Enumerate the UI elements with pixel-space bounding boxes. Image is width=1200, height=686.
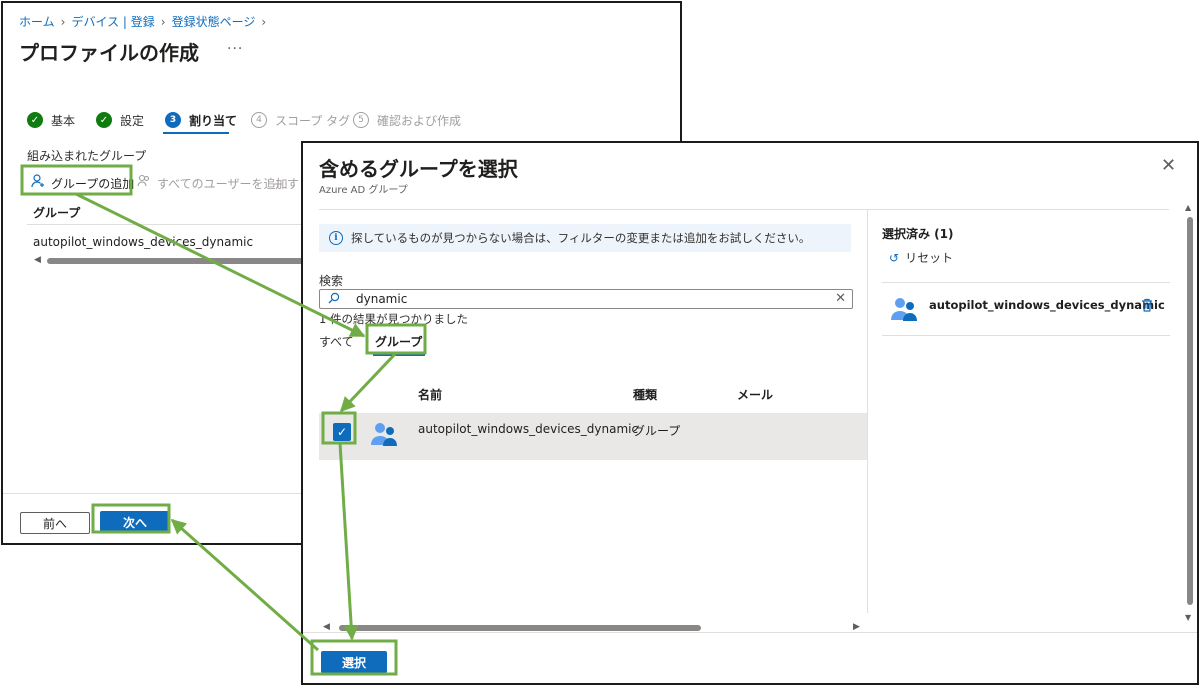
scroll-down-arrow-icon[interactable]: ▼	[1185, 613, 1191, 622]
column-header-name[interactable]: 名前	[418, 386, 442, 403]
chevron-right-icon: ›	[60, 15, 66, 29]
step-basics[interactable]: ✓ 基本	[27, 110, 75, 130]
step-settings[interactable]: ✓ 設定	[96, 110, 144, 130]
search-value: dynamic	[356, 292, 408, 306]
panel-divider	[867, 209, 868, 613]
step-label: 基本	[51, 113, 76, 128]
selected-title: 選択済み (1)	[882, 227, 954, 241]
group-icon	[891, 298, 917, 321]
search-icon	[328, 292, 340, 307]
search-input[interactable]: dynamic ✕	[319, 289, 853, 309]
divider	[319, 209, 1169, 210]
footer-divider	[303, 632, 1197, 633]
step-scope-tags[interactable]: 4 スコープ タグ	[251, 110, 350, 130]
tab-all[interactable]: すべて	[319, 333, 354, 350]
step-assignments[interactable]: 3 割り当て	[165, 110, 237, 130]
close-icon[interactable]: ✕	[1161, 155, 1176, 176]
row-type: グループ	[633, 424, 681, 438]
breadcrumb: ホーム › デバイス | 登録 › 登録状態ページ ›	[19, 13, 272, 30]
add-more-button[interactable]: + す	[273, 171, 299, 195]
scroll-right-arrow-icon[interactable]: ▶	[853, 622, 860, 632]
chevron-right-icon: ›	[261, 15, 267, 29]
vertical-scrollbar[interactable]	[1187, 217, 1193, 605]
included-groups-label: 組み込まれたグループ	[27, 149, 147, 163]
reset-label: リセット	[905, 251, 954, 265]
dialog-title: 含めるグループを選択	[319, 157, 518, 181]
chevron-right-icon: ›	[160, 15, 166, 29]
dialog-subtitle: Azure AD グループ	[319, 185, 408, 196]
selected-item-name: autopilot_windows_devices_dynamic	[929, 298, 1165, 312]
column-header-mail[interactable]: メール	[737, 386, 773, 403]
add-group-button[interactable]: グループの追加	[31, 171, 134, 195]
check-circle-icon: ✓	[27, 112, 43, 128]
active-step-underline	[163, 132, 229, 134]
info-icon: i	[329, 231, 343, 245]
breadcrumb-esp[interactable]: 登録状態ページ	[172, 13, 256, 30]
people-add-icon	[137, 174, 151, 192]
select-groups-dialog: 含めるグループを選択 Azure AD グループ ✕ i 探しているものが見つか…	[301, 141, 1199, 685]
divider	[882, 282, 1170, 283]
step-label: 確認および作成	[377, 113, 462, 128]
column-header-type[interactable]: 種類	[633, 386, 657, 403]
reset-button[interactable]: ↺ リセット	[889, 249, 953, 266]
info-text: 探しているものが見つからない場合は、フィルターの変更または追加をお試しください。	[351, 231, 811, 245]
step-review-create[interactable]: 5 確認および作成	[353, 110, 461, 130]
person-add-icon	[31, 174, 45, 192]
scroll-left-arrow-icon[interactable]: ◀	[34, 255, 41, 265]
horizontal-scrollbar[interactable]	[47, 258, 307, 264]
column-header-group: グループ	[33, 206, 81, 220]
tab-groups[interactable]: グループ	[375, 333, 422, 350]
row-name: autopilot_windows_devices_dynamic	[418, 422, 639, 436]
page-title: プロファイルの作成	[19, 41, 199, 65]
step-number-icon: 5	[353, 112, 369, 128]
breadcrumb-home[interactable]: ホーム	[19, 13, 55, 30]
clear-icon[interactable]: ✕	[835, 291, 846, 306]
undo-icon: ↺	[889, 251, 900, 265]
add-all-users-button[interactable]: すべてのユーザーを追加	[137, 171, 287, 195]
trash-icon[interactable]	[1141, 298, 1153, 316]
add-all-users-label: すべてのユーザーを追加	[157, 176, 288, 191]
more-options-icon[interactable]: ···	[227, 41, 243, 57]
step-number-icon: 4	[251, 112, 267, 128]
scroll-left-arrow-icon[interactable]: ◀	[323, 622, 330, 632]
divider	[882, 335, 1170, 336]
previous-button[interactable]: 前へ	[20, 512, 90, 534]
step-label: 設定	[120, 113, 145, 128]
result-count: 1 件の結果が見つかりました	[319, 312, 468, 326]
next-button[interactable]: 次へ	[100, 511, 170, 533]
checkmark-icon: ✓	[336, 425, 348, 439]
horizontal-scrollbar[interactable]	[339, 625, 701, 631]
table-row[interactable]	[319, 413, 867, 460]
step-label: スコープ タグ	[275, 113, 351, 128]
group-icon	[371, 423, 397, 446]
assigned-group-row[interactable]: autopilot_windows_devices_dynamic	[33, 235, 253, 249]
active-tab-underline	[373, 354, 425, 356]
divider	[27, 224, 307, 225]
scroll-up-arrow-icon[interactable]: ▲	[1185, 203, 1191, 212]
breadcrumb-devices[interactable]: デバイス | 登録	[71, 13, 154, 30]
row-checkbox[interactable]: ✓	[333, 423, 351, 441]
check-circle-icon: ✓	[96, 112, 112, 128]
search-label: 検索	[319, 274, 344, 288]
step-number-icon: 3	[165, 112, 181, 128]
info-banner: i 探しているものが見つからない場合は、フィルターの変更または追加をお試しくださ…	[319, 224, 851, 252]
step-label: 割り当て	[189, 113, 238, 128]
add-group-label: グループの追加	[51, 176, 135, 191]
select-button[interactable]: 選択	[321, 651, 387, 673]
